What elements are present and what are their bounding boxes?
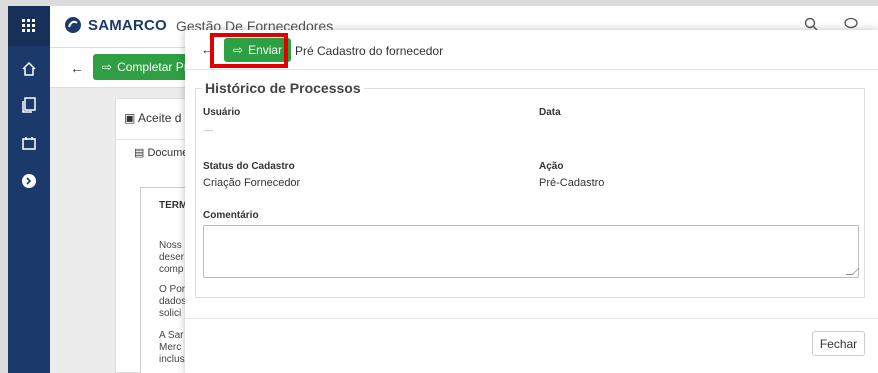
date-label: Data [539,107,561,118]
comment-textarea[interactable] [203,225,860,278]
document-line: O Por [159,284,186,295]
calendar-icon[interactable] [8,128,50,158]
modal-title: Pré Cadastro do fornecedor [295,44,444,58]
process-history-section: Histórico de Processos Usuário — Data St… [195,80,865,298]
samarco-logo-icon [65,17,81,33]
comment-label: Comentário [203,210,259,221]
modal-header: ← ⇨ Enviar Pré Cadastro do fornecedor [185,30,878,70]
close-button[interactable]: Fechar [812,331,865,356]
sidebar [8,6,50,373]
document-line: solici [159,308,182,319]
document-line: inclus [159,354,185,365]
status-label: Status do Cadastro [203,161,295,172]
document-line: A Sar [159,330,184,341]
brand-logo: SAMARCO [64,16,167,34]
resize-grip-icon[interactable] [845,268,860,275]
modal-footer-divider [185,318,878,319]
document-line: Merc [159,342,182,353]
documents-icon[interactable] [8,90,50,120]
document-line: comp [159,264,184,275]
document-line: dados [159,296,187,307]
back-arrow-icon[interactable]: ← [70,60,84,76]
document-line: deser [159,252,185,263]
brand-name: SAMARCO [88,16,167,34]
document-title: TERM [159,200,188,211]
action-label: Ação [539,161,564,172]
home-icon[interactable] [8,54,50,84]
pre-registration-modal: ← ⇨ Enviar Pré Cadastro do fornecedor Hi… [185,30,878,373]
document-line: Noss [159,240,182,251]
tab-documents[interactable]: ▤ Docume [134,146,188,159]
tab-documents-label: Docume [147,147,189,159]
complete-process-label: Completar Pro [117,60,195,74]
user-label: Usuário [203,107,241,118]
user-value: — [204,125,213,135]
status-value: Criação Fornecedor [203,177,301,189]
arrow-right-icon: ⇨ [102,60,113,74]
highlight-box [210,33,288,68]
expand-circle-icon[interactable] [8,166,50,196]
tab-accept[interactable]: ▣ Aceite d [124,111,181,125]
action-value: Pré-Cadastro [539,177,605,189]
apps-grid-icon[interactable] [8,6,50,46]
tab-accept-label: Aceite d [138,111,182,125]
section-title: Histórico de Processos [202,80,364,96]
